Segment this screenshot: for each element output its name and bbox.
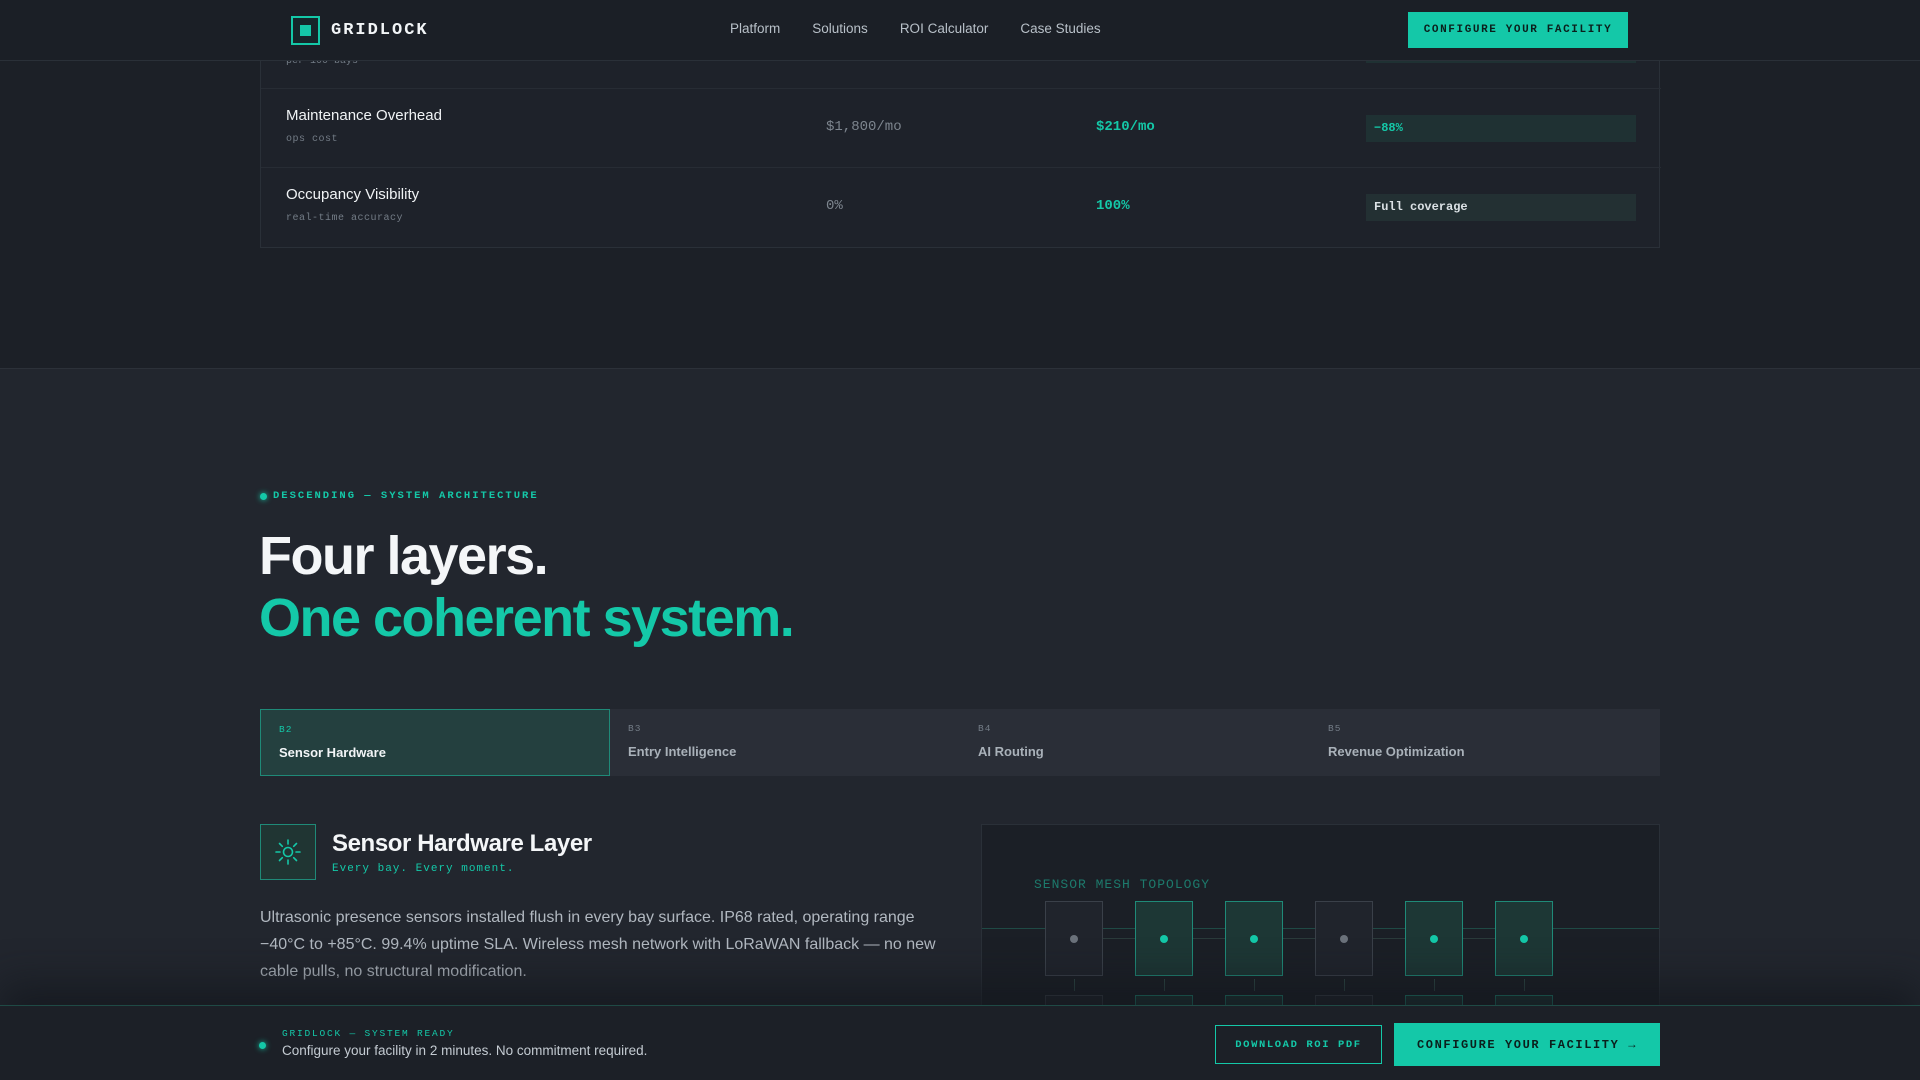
section-headline: Four layers. [259,526,549,586]
configure-facility-header-button[interactable]: CONFIGURE YOUR FACILITY [1408,12,1628,48]
sensor-node-dot-icon [1070,935,1078,943]
top-nav-bar: GRIDLOCK Platform Solutions ROI Calculat… [0,0,1920,61]
sensor-node-dot-icon [1250,935,1258,943]
configure-facility-button[interactable]: CONFIGURE YOUR FACILITY → [1394,1023,1660,1066]
sensor-node-dot-icon [1430,935,1438,943]
sensor-node [1045,901,1103,976]
topology-title: SENSOR MESH TOPOLOGY [1034,877,1211,892]
metric-label: Maintenance Overhead [286,107,442,124]
mesh-link [1103,938,1135,939]
layer-title: Sensor Hardware Layer [332,830,592,857]
tab-revenue-optimization[interactable]: B5 Revenue Optimization [1310,709,1660,776]
after-value: 100% [1096,198,1130,214]
system-ready-dot-icon [259,1042,266,1049]
tab-code: B3 [628,723,642,734]
table-row: Occupancy Visibility real-time accuracy … [261,167,1661,246]
metric-label: Occupancy Visibility [286,186,420,203]
status-dot-icon [260,492,267,500]
sensor-node [1135,901,1193,976]
tab-label: AI Routing [978,744,1044,759]
sticky-cta-bar: GRIDLOCK — SYSTEM READY Configure your f… [0,1005,1920,1080]
tab-code: B5 [1328,723,1342,734]
delta-badge: −88% [1366,115,1636,142]
mesh-link [1344,979,1345,991]
mesh-link [1164,979,1165,991]
nav-case-studies[interactable]: Case Studies [1020,21,1100,36]
tab-label: Sensor Hardware [279,745,386,760]
sensor-icon [260,824,316,880]
nav-platform[interactable]: Platform [730,21,780,36]
section-eyebrow: DESCENDING — SYSTEM ARCHITECTURE [260,490,539,502]
tab-label: Entry Intelligence [628,744,737,759]
brand-name: GRIDLOCK [331,21,429,40]
main-nav: Platform Solutions ROI Calculator Case S… [730,21,1101,36]
tab-code: B4 [978,723,992,734]
mesh-link [1373,938,1405,939]
brand-logo[interactable]: GRIDLOCK [291,16,429,45]
tab-label: Revenue Optimization [1328,744,1465,759]
nav-solutions[interactable]: Solutions [812,21,868,36]
section-headline-accent: One coherent system. [259,588,795,648]
metric-sub: ops cost [286,134,339,145]
before-value: $1,800/mo [826,119,902,135]
tab-code: B2 [279,724,293,735]
sensor-node [1225,901,1283,976]
before-value: 0% [826,198,843,214]
sensor-node-dot-icon [1160,935,1168,943]
mesh-link [1193,938,1225,939]
delta-badge: Full coverage [1366,194,1636,221]
eyebrow-text: DESCENDING — SYSTEM ARCHITECTURE [273,490,539,502]
mesh-link [1283,938,1315,939]
architecture-section: DESCENDING — SYSTEM ARCHITECTURE Four la… [0,368,1920,1080]
download-roi-pdf-button[interactable]: DOWNLOAD ROI PDF [1215,1025,1382,1064]
tab-entry-intelligence[interactable]: B3 Entry Intelligence [610,709,960,776]
tab-sensor-hardware[interactable]: B2 Sensor Hardware [260,709,610,776]
logo-square-icon [291,16,320,45]
sensor-node [1405,901,1463,976]
sensor-node [1495,901,1553,976]
table-row: Maintenance Overhead ops cost $1,800/mo … [261,88,1661,167]
tab-ai-routing[interactable]: B4 AI Routing [960,709,1310,776]
footer-eyebrow: GRIDLOCK — SYSTEM READY [282,1028,455,1039]
mesh-link [1524,979,1525,991]
metric-sub: real-time accuracy [286,213,404,224]
sensor-node-dot-icon [1520,935,1528,943]
mesh-link [1254,979,1255,991]
footer-message: Configure your facility in 2 minutes. No… [282,1043,648,1058]
sensor-node [1315,901,1373,976]
layer-description: Ultrasonic presence sensors installed fl… [260,909,936,980]
layer-tabs: B2 Sensor Hardware B3 Entry Intelligence… [260,709,1660,776]
layer-tagline: Every bay. Every moment. [332,863,515,875]
sensor-node-dot-icon [1340,935,1348,943]
after-value: $210/mo [1096,119,1155,135]
mesh-link [1463,938,1495,939]
mesh-link [1434,979,1435,991]
mesh-link [1074,979,1075,991]
nav-roi-calculator[interactable]: ROI Calculator [900,21,989,36]
